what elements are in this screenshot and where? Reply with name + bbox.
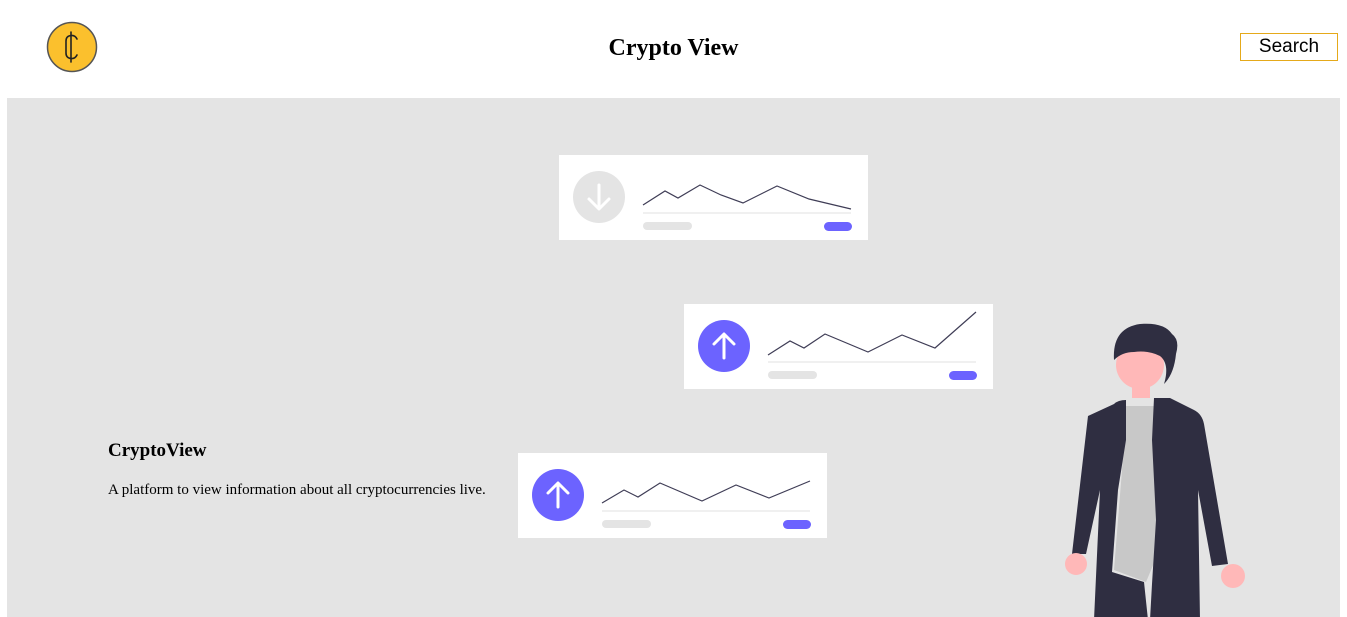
hero-description: A platform to view information about all… [108, 482, 486, 498]
sparkline [767, 311, 977, 356]
trend-card-down [559, 155, 868, 240]
arrow-down-icon [573, 171, 625, 223]
sparkline [601, 480, 811, 504]
hero-heading: CryptoView [108, 440, 207, 461]
arrow-up-icon [698, 320, 750, 372]
page-title: Crypto View [608, 35, 739, 61]
trend-card-up [518, 453, 827, 538]
person-illustration [1052, 320, 1252, 617]
hero-section: CryptoView A platform to view informatio… [7, 98, 1340, 617]
sparkline [642, 184, 852, 210]
header: Crypto View Search [0, 0, 1347, 98]
search-button[interactable]: Search [1240, 33, 1338, 61]
arrow-up-icon [532, 469, 584, 521]
trend-card-up [684, 304, 993, 389]
